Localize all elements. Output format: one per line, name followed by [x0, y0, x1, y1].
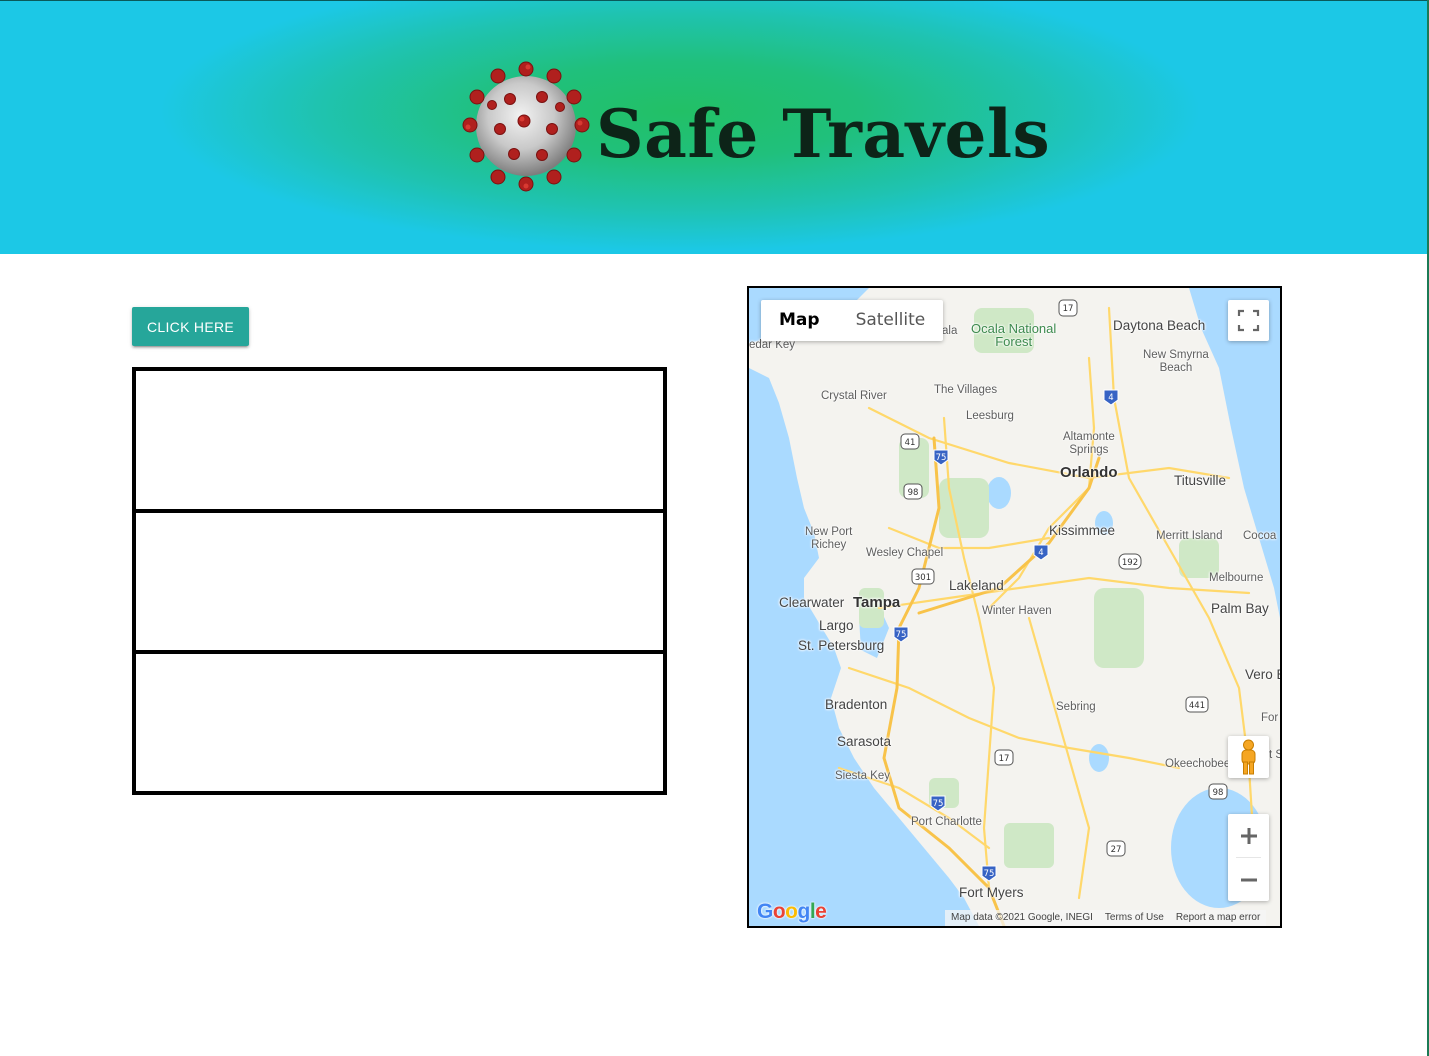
map-data-credit: Map data ©2021 Google, INEGI — [951, 912, 1093, 923]
coronavirus-icon — [462, 59, 592, 193]
map-label: For — [1261, 712, 1279, 724]
map-label: Fort Myers — [959, 885, 1024, 900]
map-label: Okeechobee — [1165, 758, 1231, 770]
map-label: Lakeland — [949, 578, 1004, 593]
map-label: Sarasota — [837, 734, 892, 749]
map-label: Tampa — [853, 594, 901, 611]
map-label: New Smyrna Beach — [1143, 349, 1209, 374]
map-label: St. Petersburg — [798, 638, 885, 653]
pegman-icon — [1241, 739, 1256, 775]
report-map-error-link[interactable]: Report a map error — [1170, 910, 1266, 926]
map-label: Winter Haven — [982, 605, 1052, 617]
map-attribution: Map data ©2021 Google, INEGI Terms of Us… — [945, 910, 1267, 926]
google-map[interactable]: Ocala National Forest Daytona Beach New … — [747, 286, 1282, 928]
plus-icon — [1240, 827, 1257, 844]
map-label: t S — [1269, 749, 1282, 761]
zoom-in-button[interactable] — [1228, 814, 1269, 857]
map-label: Titusville — [1174, 473, 1227, 488]
map-label: New Port Richey — [805, 526, 853, 551]
result-box — [132, 650, 667, 795]
click-here-button[interactable]: CLICK HERE — [132, 307, 249, 346]
map-type-control: Map Satellite — [761, 300, 944, 341]
result-boxes — [132, 367, 667, 795]
terms-of-use-link[interactable]: Terms of Use — [1099, 910, 1170, 926]
map-label: Largo — [819, 618, 854, 633]
map-label: Palm Bay — [1211, 601, 1269, 616]
google-logo[interactable]: Google — [757, 900, 827, 924]
map-label: Bradenton — [825, 697, 888, 712]
map-label: Port Charlotte — [911, 816, 982, 828]
minus-icon — [1240, 878, 1257, 881]
result-box — [132, 509, 667, 654]
map-label: Siesta Key — [835, 770, 890, 782]
map-type-map-button[interactable]: Map — [761, 300, 838, 341]
map-label: Altamonte Springs — [1063, 431, 1115, 456]
site-header: Safe Travels — [0, 0, 1427, 254]
map-label: Cocoa — [1243, 530, 1277, 542]
map-label: Leesburg — [966, 410, 1014, 422]
fullscreen-button[interactable] — [1228, 300, 1269, 341]
fullscreen-icon — [1237, 309, 1260, 332]
map-type-satellite-button[interactable]: Satellite — [838, 300, 944, 341]
street-view-button[interactable] — [1228, 736, 1269, 778]
zoom-out-button[interactable] — [1228, 858, 1269, 901]
map-label: Clearwater — [779, 595, 845, 610]
map-label: Vero B — [1245, 667, 1282, 682]
map-label: Sebring — [1056, 701, 1096, 713]
map-label: Crystal River — [821, 390, 887, 402]
map-label: The Villages — [934, 384, 998, 396]
map-label: Kissimmee — [1049, 523, 1116, 538]
map-label: Orlando — [1060, 464, 1118, 481]
map-label: Melbourne — [1209, 572, 1264, 584]
map-label: ala — [942, 325, 958, 337]
map-label: Daytona Beach — [1113, 318, 1206, 333]
page-title: Safe Travels — [596, 95, 1051, 173]
map-label: Merritt Island — [1156, 530, 1223, 542]
map-label: Ocala National Forest — [971, 321, 1057, 349]
result-box — [132, 367, 667, 513]
map-label: Wesley Chapel — [866, 547, 944, 559]
zoom-control — [1228, 814, 1269, 901]
